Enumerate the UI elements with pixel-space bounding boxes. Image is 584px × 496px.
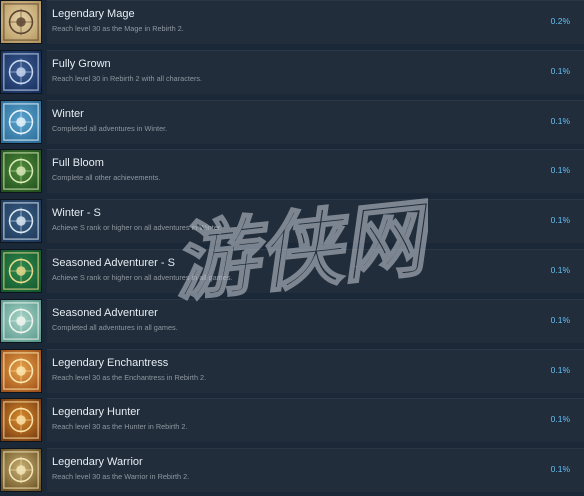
achievement-unlock-percent: 0.1%	[550, 215, 570, 226]
achievement-title: Legendary Enchantress	[52, 356, 169, 369]
achievement-description: Complete all other achievements.	[52, 173, 161, 183]
achievement-title: Legendary Mage	[52, 8, 135, 20]
achievement-row[interactable]: Fully Grown Reach level 30 in Rebirth 2 w…	[0, 49, 584, 98]
achievement-description: Reach level 30 as the Enchantress in Reb…	[52, 372, 207, 382]
achievement-title: Winter - S	[52, 207, 101, 220]
achievement-description: Achieve S rank or higher on all adventur…	[52, 273, 233, 282]
mage-emblem-icon	[0, 0, 42, 44]
achievement-unlock-percent: 0.1%	[550, 414, 570, 425]
seasoned-s-icon	[0, 249, 42, 293]
achievement-title: Seasoned Adventurer - S	[52, 257, 175, 269]
achievement-panel: Legendary Mage Reach level 30 as the Mage…	[47, 0, 584, 44]
achievement-row[interactable]: Legendary Hunter Reach level 30 as the Hu…	[0, 398, 584, 446]
achievement-unlock-percent: 0.1%	[550, 464, 570, 475]
warrior-emblem-icon	[0, 448, 42, 493]
achievement-panel: Winter - S Achieve S rank or higher on al…	[47, 199, 584, 244]
enchantress-emblem-icon	[0, 348, 42, 393]
achievement-unlock-percent: 0.1%	[550, 364, 570, 375]
achievement-title: Seasoned Adventurer	[52, 306, 158, 319]
achievement-row[interactable]: Legendary Enchantress Reach level 30 as t…	[0, 348, 584, 397]
achievement-row[interactable]: Winter - S Achieve S rank or higher on al…	[0, 199, 584, 247]
achievement-description: Achieve S rank or higher on all adventur…	[52, 223, 222, 233]
achievement-description: Completed all adventures in all games.	[52, 322, 178, 332]
achievement-row[interactable]: Seasoned Adventurer - S Achieve S rank or…	[0, 249, 584, 297]
hunter-emblem-icon	[0, 398, 42, 443]
achievement-panel: Fully Grown Reach level 30 in Rebirth 2 w…	[47, 49, 584, 94]
achievement-unlock-percent: 0.2%	[550, 16, 570, 26]
achievement-panel: Legendary Hunter Reach level 30 as the Hu…	[47, 398, 584, 443]
achievement-row[interactable]: Legendary Warrior Reach level 30 as the W…	[0, 448, 584, 496]
achievement-panel: Legendary Enchantress Reach level 30 as t…	[47, 348, 584, 393]
achievement-panel: Seasoned Adventurer Completed all adventu…	[47, 298, 584, 343]
achievement-panel: Legendary Warrior Reach level 30 as the W…	[47, 448, 584, 493]
achievement-title: Legendary Hunter	[52, 406, 141, 419]
achievement-row[interactable]: Seasoned Adventurer Completed all adventu…	[0, 298, 584, 347]
snowflake-s-icon	[0, 199, 42, 244]
achievement-title: Full Bloom	[52, 157, 104, 170]
achievement-unlock-percent: 0.1%	[550, 265, 570, 275]
achievement-row[interactable]: Full Bloom Complete all other achievement…	[0, 149, 584, 197]
achievement-title: Winter	[52, 107, 84, 120]
achievement-description: Completed all adventures in Winter.	[52, 123, 168, 133]
achievement-row[interactable]: Winter Completed all adventures in Winter…	[0, 99, 584, 148]
achievement-description: Reach level 30 in Rebirth 2 with all cha…	[52, 73, 203, 83]
achievement-panel: Winter Completed all adventures in Winter…	[47, 99, 584, 144]
achievement-title: Legendary Warrior	[52, 456, 143, 469]
seasoned-icon	[0, 298, 42, 343]
achievement-description: Reach level 30 as the Warrior in Rebirth…	[52, 472, 190, 482]
achievement-panel: Seasoned Adventurer - S Achieve S rank or…	[47, 249, 584, 293]
achievement-unlock-percent: 0.1%	[550, 314, 570, 325]
snowflake-icon	[0, 99, 42, 144]
achievement-unlock-percent: 0.1%	[550, 115, 570, 126]
achievement-unlock-percent: 0.1%	[550, 165, 570, 176]
achievement-row[interactable]: Legendary Mage Reach level 30 as the Mage…	[0, 0, 584, 48]
tree-icon	[0, 149, 42, 194]
achievement-panel: Full Bloom Complete all other achievement…	[47, 149, 584, 194]
achievement-title: Fully Grown	[52, 57, 111, 70]
grown-emblem-icon	[0, 49, 42, 94]
achievement-description: Reach level 30 as the Mage in Rebirth 2.	[52, 24, 184, 33]
achievement-unlock-percent: 0.1%	[550, 65, 570, 76]
achievement-description: Reach level 30 as the Hunter in Rebirth …	[52, 422, 188, 432]
